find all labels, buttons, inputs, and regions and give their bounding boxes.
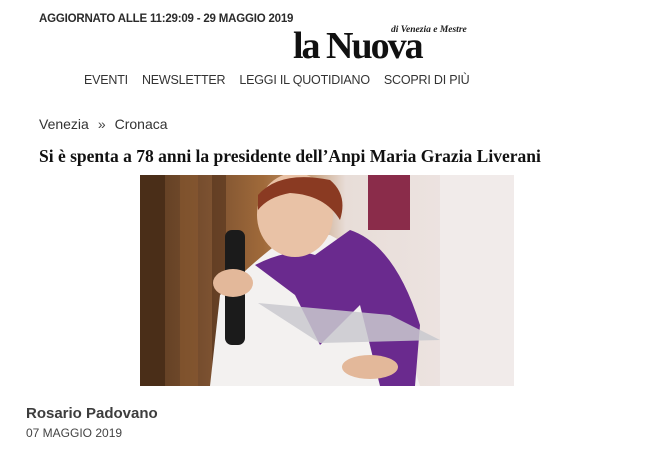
main-nav: EVENTI NEWSLETTER LEGGI IL QUOTIDIANO SC… (84, 73, 470, 87)
nav-item-eventi[interactable]: EVENTI (84, 73, 128, 87)
breadcrumb-separator: » (97, 116, 106, 132)
site-logo[interactable]: di Venezia e Mestre la Nuova (293, 22, 467, 70)
article-author[interactable]: Rosario Padovano (26, 405, 158, 422)
nav-item-leggi-quotidiano[interactable]: LEGGI IL QUOTIDIANO (239, 73, 370, 87)
article-title: Si è spenta a 78 anni la presidente dell… (39, 146, 541, 166)
breadcrumb: Venezia » Cronaca (39, 116, 168, 132)
nav-item-scopri[interactable]: SCOPRI DI PIÙ (384, 73, 470, 87)
breadcrumb-venezia[interactable]: Venezia (39, 116, 89, 132)
updated-timestamp: AGGIORNATO ALLE 11:29:09 - 29 MAGGIO 201… (39, 13, 294, 25)
nav-item-newsletter[interactable]: NEWSLETTER (142, 73, 226, 87)
logo-title: la Nuova (293, 25, 424, 67)
article-photo (140, 175, 514, 386)
article-date: 07 MAGGIO 2019 (26, 426, 123, 440)
breadcrumb-cronaca[interactable]: Cronaca (115, 116, 168, 132)
